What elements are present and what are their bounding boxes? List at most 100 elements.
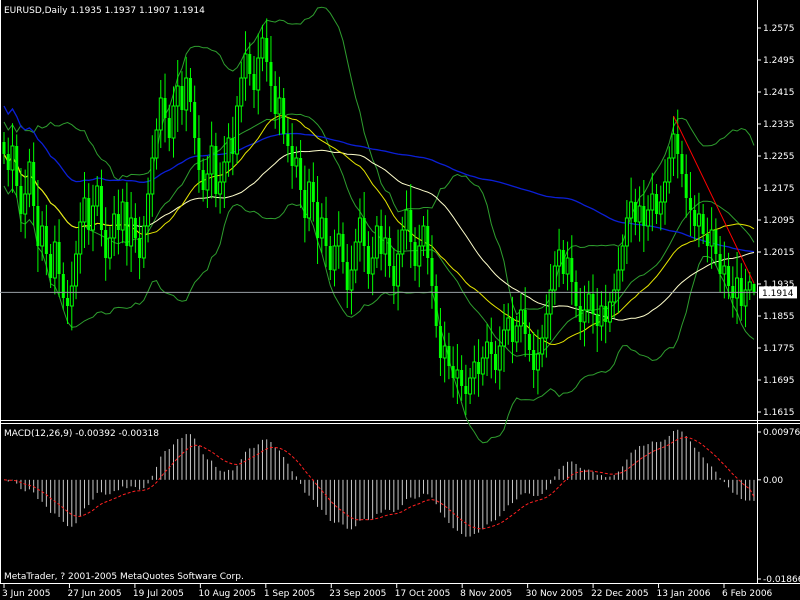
candle-body-up (607, 301, 612, 323)
candle-body-down (311, 182, 315, 202)
candle-body-up (82, 197, 87, 223)
candle-body-down (413, 242, 417, 266)
candle-body-up (158, 97, 163, 131)
candle-body-up (747, 281, 752, 291)
candle-body-up (90, 205, 95, 231)
candle-body-up (658, 201, 663, 215)
candle-body-down (231, 138, 235, 154)
price-tick-label: 1.2415 (763, 88, 795, 98)
candle-body-down (718, 254, 722, 274)
candle-body-up (141, 225, 146, 259)
candle-body-up (112, 213, 117, 239)
candle-body-down (99, 186, 103, 230)
candle-body-up (535, 353, 540, 371)
candle-body-up (506, 317, 511, 331)
candle-body-up (612, 289, 617, 303)
candle-body-down (19, 186, 23, 214)
candle-body-down (49, 254, 53, 278)
candle-body-down (316, 202, 320, 238)
candle-body-up (171, 105, 176, 139)
macd-tick-label: 0.00976 (763, 428, 800, 438)
time-tick-label: 1 Sep 2005 (264, 589, 315, 599)
candle-body-up (518, 309, 523, 327)
time-tick-label: 19 Jul 2005 (133, 589, 184, 599)
candle-body-up (396, 253, 401, 287)
candle-body-up (650, 193, 655, 211)
candle-body-down (214, 146, 218, 194)
candle-body-up (735, 277, 740, 299)
candle-body-down (680, 154, 684, 174)
candle-body-up (514, 325, 519, 343)
candle-body-down (66, 298, 70, 306)
candle-body-up (209, 145, 214, 175)
candle-body-up (540, 337, 545, 355)
candle-body-up (374, 225, 379, 259)
candle-body-down (523, 310, 527, 334)
candle-body-down (290, 146, 294, 166)
candle-body-down (532, 350, 536, 370)
chart-background (0, 0, 800, 600)
price-tick-label: 1.2175 (763, 184, 795, 194)
candle-body-up (722, 265, 727, 275)
time-tick-label: 3 Jun 2005 (2, 589, 50, 599)
candle-body-down (167, 118, 171, 138)
candle-body-up (277, 97, 282, 115)
candle-body-down (87, 198, 91, 230)
macd-header: MACD(12,26,9) -0.00392 -0.00318 (4, 429, 159, 439)
candle-body-up (40, 225, 45, 247)
candle-body-down (362, 218, 366, 246)
candle-body-down (409, 210, 413, 242)
candle-body-up (709, 229, 714, 247)
macd-tick-label: 0.00 (763, 476, 783, 486)
candle-body-up (370, 257, 375, 275)
candle-body-down (430, 258, 434, 286)
candle-body-down (44, 226, 48, 254)
candle-body-up (544, 313, 549, 339)
candle-body-down (328, 246, 332, 270)
candle-body-up (184, 77, 189, 111)
candle-body-up (332, 245, 337, 271)
candle-body-up (667, 157, 672, 183)
candle-body-up (222, 161, 227, 183)
price-tick-label: 1.2575 (763, 24, 795, 34)
candle-body-down (714, 230, 718, 254)
candle-body-up (421, 225, 426, 247)
time-tick-label: 27 Jun 2005 (67, 589, 121, 599)
candle-body-down (133, 218, 137, 238)
candle-body-up (497, 345, 502, 371)
candle-body-down (438, 326, 442, 358)
candle-body-down (392, 266, 396, 286)
candle-body-up (417, 245, 422, 267)
candle-body-down (561, 250, 565, 274)
symbol-header: EURUSD,Daily 1.1935 1.1937 1.1907 1.1914 (4, 6, 205, 16)
price-tick-label: 1.2015 (763, 248, 795, 258)
candle-body-up (624, 217, 629, 247)
candle-body-up (205, 173, 210, 191)
candle-body-up (120, 201, 125, 231)
candle-body-down (2, 142, 6, 154)
candle-body-up (400, 229, 405, 255)
candle-body-down (701, 214, 705, 234)
candle-body-up (663, 181, 668, 203)
time-tick-label: 13 Jan 2006 (657, 589, 711, 599)
candle-body-down (684, 174, 688, 198)
candle-body-down (188, 78, 192, 102)
candle-body-up (78, 221, 83, 255)
candle-body-up (95, 185, 100, 207)
candle-body-down (366, 246, 370, 274)
candle-body-up (548, 289, 553, 315)
candle-body-down (282, 98, 286, 134)
candle-body-down (477, 362, 481, 374)
candle-body-up (357, 217, 362, 243)
candle-body-down (57, 242, 61, 274)
candle-body-down (201, 170, 205, 190)
candle-body-up (319, 217, 324, 239)
candle-body-up (671, 133, 676, 159)
candle-body-down (388, 238, 392, 266)
candle-body-down (324, 218, 328, 246)
price-tick-label: 1.1695 (763, 376, 795, 386)
time-tick-label: 23 Sep 2005 (329, 589, 386, 599)
candle-body-down (570, 258, 574, 282)
candle-body-down (426, 226, 430, 258)
candle-body-up (154, 129, 159, 159)
